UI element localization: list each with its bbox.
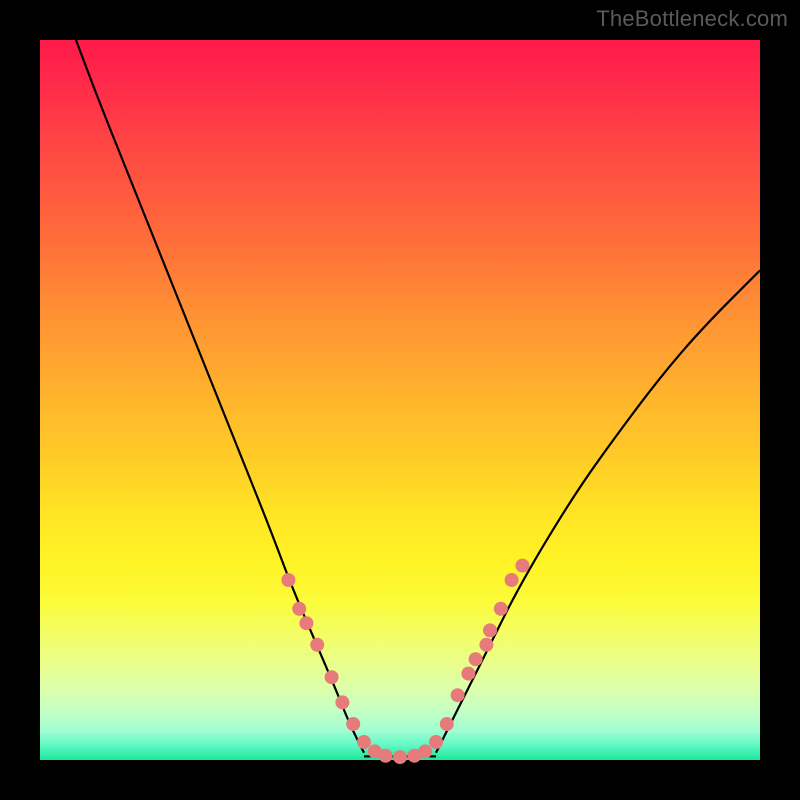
data-dot	[418, 744, 432, 758]
data-dot	[346, 717, 360, 731]
curve-svg	[40, 40, 760, 760]
data-dot	[515, 559, 529, 573]
watermark-text: TheBottleneck.com	[596, 6, 788, 32]
plot-area	[40, 40, 760, 760]
data-dot	[479, 638, 493, 652]
data-dot	[461, 667, 475, 681]
data-dot	[469, 652, 483, 666]
data-dot	[335, 695, 349, 709]
data-dot	[292, 602, 306, 616]
data-dot	[451, 688, 465, 702]
data-dot	[429, 735, 443, 749]
data-dot	[281, 573, 295, 587]
dots-group	[281, 559, 529, 765]
data-dot	[357, 735, 371, 749]
right-curve-path	[436, 270, 760, 752]
data-dot	[379, 749, 393, 763]
data-dot	[393, 750, 407, 764]
data-dot	[440, 717, 454, 731]
data-dot	[483, 623, 497, 637]
data-dot	[299, 616, 313, 630]
chart-frame: TheBottleneck.com	[0, 0, 800, 800]
data-dot	[310, 638, 324, 652]
data-dot	[505, 573, 519, 587]
data-dot	[494, 602, 508, 616]
data-dot	[325, 670, 339, 684]
